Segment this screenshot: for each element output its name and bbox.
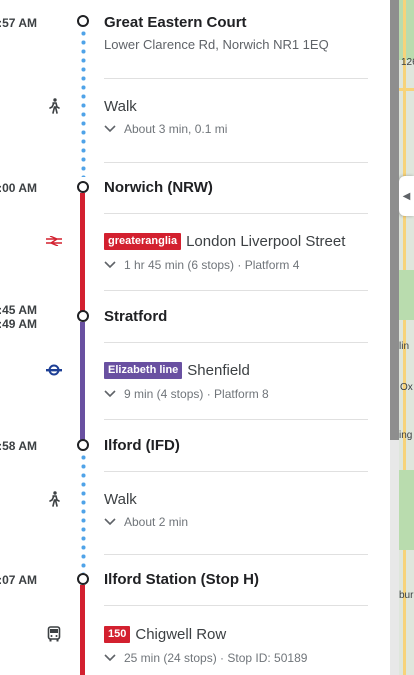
divider (104, 554, 368, 555)
walk-icon (45, 490, 63, 508)
walk-detail-text: About 3 min, 0.1 mi (124, 122, 228, 136)
map-label: lin (399, 341, 410, 352)
stratford-stop-marker (77, 310, 89, 322)
stratford-depart-time: 6:49 AM (0, 317, 37, 331)
bus-destination: Chigwell Row (135, 626, 227, 643)
divider (104, 471, 368, 472)
bus-icon (45, 625, 63, 643)
divider (104, 78, 368, 79)
origin-stop-marker (77, 15, 89, 27)
divider (104, 605, 368, 606)
map-label: ing (399, 430, 413, 441)
ilford-station-name[interactable]: Ilford Station (Stop H) (104, 571, 259, 588)
walk-path-dots (81, 453, 86, 573)
divider (104, 290, 368, 291)
walk-step-title: Walk (104, 98, 137, 115)
map-label: Ox (400, 382, 413, 393)
collapse-panel-button[interactable]: ◀ (399, 176, 414, 216)
elizabeth-line-segment (80, 322, 85, 440)
ilford-time: 6:58 AM (0, 439, 37, 453)
map-view[interactable]: 126 lin Ox ing bur ◀ (399, 0, 414, 675)
walk-step-title: Walk (104, 491, 137, 508)
elizabeth-step-title[interactable]: Elizabeth line Shenfield (104, 362, 250, 379)
walk-step-detail[interactable]: About 3 min, 0.1 mi (104, 122, 227, 136)
bus-step-title[interactable]: 150 Chigwell Row (104, 626, 226, 643)
train-detail-text: 1 hr 45 min (6 stops) · Platform 4 (124, 258, 300, 272)
bus-detail-text: 25 min (24 stops) · Stop ID: 50189 (124, 651, 308, 665)
chevron-down-icon (104, 387, 118, 401)
chevron-down-icon (104, 122, 118, 136)
scrollbar-track[interactable] (390, 440, 399, 675)
divider (104, 419, 368, 420)
chevron-left-icon: ◀ (402, 190, 411, 202)
walk-icon (45, 97, 63, 115)
divider (104, 162, 368, 163)
map-label: 126 (401, 57, 414, 68)
departure-time: 4:57 AM (0, 16, 37, 30)
map-label: bur (399, 590, 414, 601)
elizabeth-detail-text: 9 min (4 stops) · Platform 8 (124, 387, 269, 401)
map-road (399, 88, 414, 91)
train-step-title[interactable]: greateranglia London Liverpool Street (104, 233, 345, 250)
elizabeth-line-badge: Elizabeth line (104, 362, 183, 379)
stratford-name[interactable]: Stratford (104, 308, 167, 325)
directions-panel: 4:57 AM Great Eastern Court Lower Claren… (0, 0, 390, 675)
map-road (403, 0, 406, 675)
elizabeth-destination: Shenfield (187, 362, 250, 379)
chevron-down-icon (104, 651, 118, 665)
stratford-arrive-time: 6:45 AM (0, 303, 37, 317)
greater-anglia-line-segment (80, 193, 85, 311)
train-destination: London Liverpool Street (186, 233, 346, 250)
ilford-name[interactable]: Ilford (IFD) (104, 437, 180, 454)
divider (104, 213, 368, 214)
bus-route-badge: 150 (104, 626, 131, 643)
walk-detail-text: About 2 min (124, 515, 189, 529)
bus-step-detail[interactable]: 25 min (24 stops) · Stop ID: 50189 (104, 651, 307, 665)
divider (104, 342, 368, 343)
walk-path-dots (81, 29, 86, 177)
elizabeth-step-detail[interactable]: 9 min (4 stops) · Platform 8 (104, 387, 269, 401)
greater-anglia-badge: greateranglia (104, 233, 182, 250)
origin-address: Lower Clarence Rd, Norwich NR1 1EQ (104, 37, 329, 52)
norwich-stop-marker (77, 181, 89, 193)
norwich-name[interactable]: Norwich (NRW) (104, 179, 213, 196)
walk-step-detail[interactable]: About 2 min (104, 515, 188, 529)
train-step-detail[interactable]: 1 hr 45 min (6 stops) · Platform 4 (104, 258, 299, 272)
bus-route-segment (80, 585, 85, 675)
origin-name[interactable]: Great Eastern Court (104, 14, 247, 31)
national-rail-icon (45, 232, 63, 250)
ilford-stop-marker (77, 439, 89, 451)
scrollbar-thumb[interactable] (390, 0, 399, 440)
underground-roundel-icon (45, 361, 63, 379)
ilford-station-stop-marker (77, 573, 89, 585)
ilford-station-time: 7:07 AM (0, 573, 37, 587)
chevron-down-icon (104, 258, 118, 272)
norwich-time: 5:00 AM (0, 181, 37, 195)
chevron-down-icon (104, 515, 118, 529)
